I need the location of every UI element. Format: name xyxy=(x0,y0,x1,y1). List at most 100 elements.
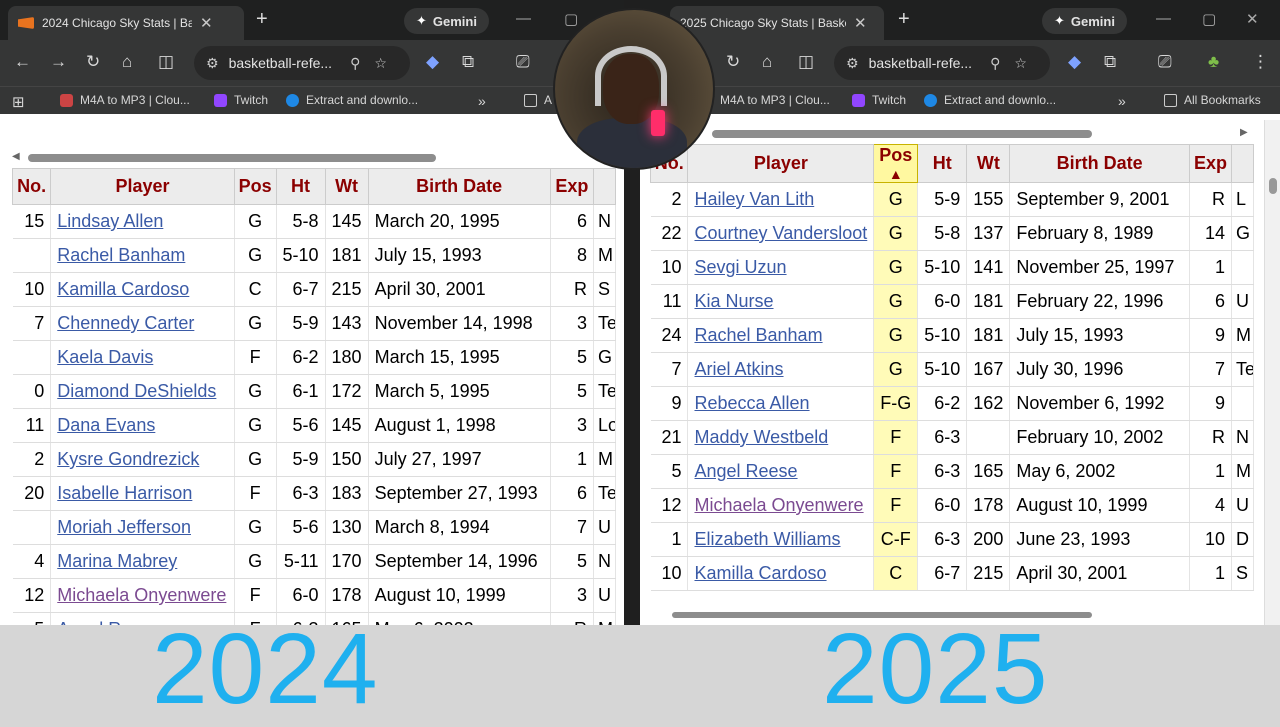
player-link[interactable]: Marina Mabrey xyxy=(50,544,235,579)
year-label-2024: 2024 xyxy=(152,613,379,725)
scroll-right-arrow-icon[interactable]: ▶ xyxy=(1240,127,1248,138)
address-bar[interactable]: ⚙ basketball-refe... ⚲ ☆ xyxy=(834,46,1050,80)
table-row: 12 Michaela Onyenwere F 6-0 178 August 10, 19… xyxy=(650,488,1255,523)
back-icon[interactable]: ← xyxy=(14,52,31,72)
bookmark-star-icon[interactable]: ☆ xyxy=(1014,55,1027,72)
player-link[interactable]: Lindsay Allen xyxy=(50,204,235,239)
tune-icon[interactable]: ⚙ xyxy=(846,55,859,72)
maximize-icon[interactable]: ▢ xyxy=(564,10,578,28)
reload-icon[interactable]: ↻ xyxy=(726,52,740,72)
column-header-wt[interactable]: Wt xyxy=(966,144,1011,183)
player-link[interactable]: Courtney Vandersloot xyxy=(687,216,875,251)
player-link[interactable]: Hailey Van Lith xyxy=(687,182,875,217)
zoom-icon[interactable]: ⚲ xyxy=(990,55,1000,72)
maximize-icon[interactable]: ▢ xyxy=(1202,10,1216,28)
player-link[interactable]: Kamilla Cardoso xyxy=(687,556,875,591)
player-link[interactable]: Elizabeth Williams xyxy=(687,522,875,557)
profile-avatar[interactable]: ♣ xyxy=(1208,52,1219,72)
player-link[interactable]: Isabelle Harrison xyxy=(50,476,235,511)
zoom-icon[interactable]: ⚲ xyxy=(350,55,360,72)
cell-ht: 6-0 xyxy=(917,284,968,319)
horizontal-scrollbar[interactable] xyxy=(712,130,1092,138)
player-link[interactable]: Rachel Banham xyxy=(50,238,235,273)
column-header-pos[interactable]: Pos xyxy=(233,168,277,205)
puzzle-icon[interactable]: ⧉ xyxy=(1104,52,1116,72)
reload-icon[interactable]: ↻ xyxy=(86,52,100,72)
close-icon[interactable]: ✕ xyxy=(200,14,213,32)
reading-mode-icon[interactable]: ◫ xyxy=(798,52,814,72)
apps-icon[interactable]: ⊞ xyxy=(12,93,25,111)
player-link[interactable]: Rachel Banham xyxy=(687,318,875,353)
bookmark-twitch[interactable]: Twitch xyxy=(214,93,268,107)
tab-2025-sky-stats[interactable]: 2025 Chicago Sky Stats | Basketball ✕ xyxy=(670,6,884,40)
cell-c: Te xyxy=(1231,352,1255,387)
column-header-ht[interactable]: Ht xyxy=(275,168,326,205)
new-tab-icon[interactable]: + xyxy=(898,8,910,31)
more-bookmarks-icon[interactable]: » xyxy=(478,93,486,109)
bookmark-m4a[interactable]: M4A to MP3 | Clou... xyxy=(720,93,830,107)
player-link[interactable]: Ariel Atkins xyxy=(687,352,875,387)
bookmark-extract[interactable]: Extract and downlo... xyxy=(924,93,1056,107)
column-header-exp[interactable]: Exp xyxy=(549,168,594,205)
column-header-player[interactable]: Player xyxy=(50,168,235,205)
cast-icon[interactable]: ⎚ xyxy=(516,52,530,72)
extension-icon[interactable]: ◆ xyxy=(426,52,439,72)
column-header-pos[interactable]: Pos ▲ xyxy=(873,144,919,183)
gemini-button[interactable]: ✦ Gemini xyxy=(1042,8,1127,34)
cell-no: 10 xyxy=(650,556,689,591)
close-window-icon[interactable]: ✕ xyxy=(1246,10,1259,28)
column-header-birthdate[interactable]: Birth Date xyxy=(367,168,551,205)
close-icon[interactable]: ✕ xyxy=(854,14,867,32)
bookmark-extract[interactable]: Extract and downlo... xyxy=(286,93,418,107)
player-link[interactable]: Chennedy Carter xyxy=(50,306,235,341)
player-link[interactable]: Rebecca Allen xyxy=(687,386,875,421)
home-icon[interactable]: ⌂ xyxy=(762,52,772,72)
cell-bd: May 6, 2002 xyxy=(368,612,551,625)
all-bookmarks[interactable]: All Bookmarks xyxy=(1164,93,1261,107)
folder-icon xyxy=(524,93,537,107)
forward-icon[interactable]: → xyxy=(50,52,67,72)
column-header-no[interactable]: No. xyxy=(11,168,52,205)
minimize-icon[interactable]: — xyxy=(516,10,531,27)
horizontal-scrollbar[interactable] xyxy=(28,154,436,162)
menu-icon[interactable]: ⋮ xyxy=(1252,52,1269,72)
column-header-birthdate[interactable]: Birth Date xyxy=(1009,144,1191,183)
gemini-button[interactable]: ✦ Gemini xyxy=(404,8,489,34)
player-link[interactable]: Michaela Onyenwere xyxy=(50,578,235,613)
new-tab-icon[interactable]: + xyxy=(256,8,268,31)
vertical-scrollbar[interactable] xyxy=(1264,120,1280,625)
tab-2024-sky-stats[interactable]: 2024 Chicago Sky Stats | Basketball ✕ xyxy=(8,6,244,40)
player-link[interactable]: Sevgi Uzun xyxy=(687,250,875,285)
player-link[interactable]: Kaela Davis xyxy=(50,340,235,375)
tune-icon[interactable]: ⚙ xyxy=(206,55,219,72)
column-header-wt[interactable]: Wt xyxy=(324,168,369,205)
player-link[interactable]: Moriah Jefferson xyxy=(50,510,235,545)
bookmark-twitch[interactable]: Twitch xyxy=(852,93,906,107)
player-link[interactable]: Diamond DeShields xyxy=(50,374,235,409)
player-link[interactable]: Maddy Westbeld xyxy=(687,420,875,455)
player-link[interactable]: Michaela Onyenwere xyxy=(687,488,875,523)
column-header-exp[interactable]: Exp xyxy=(1189,144,1232,183)
player-link[interactable]: Kysre Gondrezick xyxy=(50,442,235,477)
bookmark-folder[interactable]: A xyxy=(524,93,552,107)
cast-icon[interactable]: ⎚ xyxy=(1158,52,1172,72)
cell-wt: 143 xyxy=(325,306,369,341)
home-icon[interactable]: ⌂ xyxy=(122,52,132,72)
player-link[interactable]: Angel Reese xyxy=(687,454,875,489)
more-bookmarks-icon[interactable]: » xyxy=(1118,93,1126,109)
extension-icon[interactable]: ◆ xyxy=(1068,52,1081,72)
column-header-player[interactable]: Player xyxy=(687,144,875,183)
bookmark-m4a[interactable]: M4A to MP3 | Clou... xyxy=(60,93,190,107)
scroll-left-arrow-icon[interactable]: ◀ xyxy=(12,151,20,162)
reading-mode-icon[interactable]: ◫ xyxy=(158,52,174,72)
scroll-thumb[interactable] xyxy=(1269,178,1277,194)
bookmark-star-icon[interactable]: ☆ xyxy=(374,55,387,72)
player-link[interactable]: Kia Nurse xyxy=(687,284,875,319)
column-header-ht[interactable]: Ht xyxy=(917,144,968,183)
player-link[interactable]: Kamilla Cardoso xyxy=(50,272,235,307)
player-link[interactable]: Dana Evans xyxy=(50,408,235,443)
minimize-icon[interactable]: — xyxy=(1156,10,1171,27)
puzzle-icon[interactable]: ⧉ xyxy=(462,52,474,72)
cell-c: U xyxy=(593,578,617,613)
address-bar[interactable]: ⚙ basketball-refe... ⚲ ☆ xyxy=(194,46,410,80)
